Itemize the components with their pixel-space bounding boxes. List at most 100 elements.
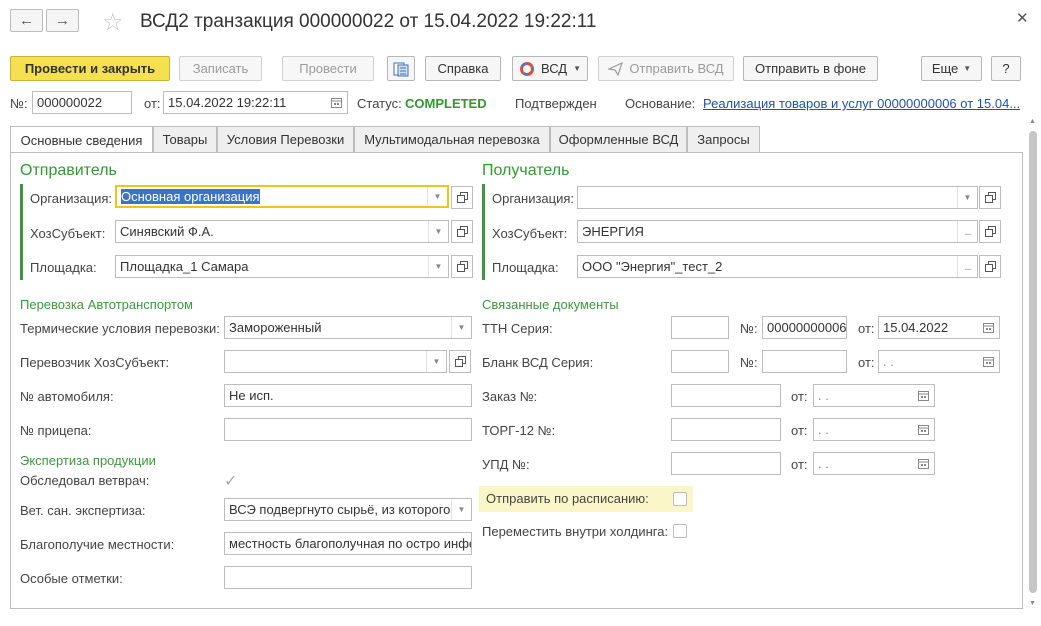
vsd-menu-button[interactable]: ВСД ▼ <box>512 56 588 81</box>
close-icon[interactable]: ✕ <box>1016 9 1029 27</box>
tab-multimodal[interactable]: Мультимодальная перевозка <box>354 126 550 152</box>
vet-examined-label: Обследовал ветврач: <box>20 473 150 488</box>
chevron-down-icon[interactable]: ▼ <box>957 187 977 208</box>
torg12-number-label: ТОРГ-12 №: <box>482 423 556 438</box>
carrier-open-button[interactable] <box>449 350 471 373</box>
receiver-site-open-button[interactable] <box>979 255 1001 278</box>
blank-vsd-series-label: Бланк ВСД Серия: <box>482 355 594 370</box>
ttn-date-label: от: <box>858 321 875 336</box>
calendar-icon[interactable] <box>912 419 934 440</box>
chevron-down-icon[interactable]: ▼ <box>426 351 446 372</box>
send-by-schedule-label: Отправить по расписанию: <box>486 491 649 506</box>
sender-entity-open-button[interactable] <box>451 220 473 243</box>
vse-select[interactable]: ВСЭ подвергнуто сырьё, из которого ▼ <box>224 498 472 521</box>
ttn-number-label: №: <box>740 321 758 336</box>
welfare-input[interactable]: местность благополучная по остро инфе <box>224 532 472 555</box>
torg12-date-input[interactable]: . . <box>813 418 935 441</box>
welfare-label: Благополучие местности: <box>20 537 175 552</box>
ttn-date-input[interactable]: 15.04.2022 <box>878 316 1000 339</box>
ttn-number-input[interactable]: 00000000006 <box>762 316 847 339</box>
car-number-input[interactable]: Не исп. <box>224 384 472 407</box>
ttn-series-input[interactable] <box>671 316 729 339</box>
ttn-series-label: ТТН Серия: <box>482 321 553 336</box>
chevron-down-icon[interactable]: ▼ <box>428 256 448 277</box>
order-number-input[interactable] <box>671 384 781 407</box>
status-value: COMPLETED <box>405 96 487 111</box>
date-input[interactable]: 15.04.2022 19:22:11 <box>163 91 348 114</box>
question-help-button[interactable]: ? <box>991 56 1021 81</box>
blank-vsd-date-input[interactable]: . . <box>878 350 1000 373</box>
move-within-holding-checkbox[interactable] <box>673 524 687 538</box>
vet-examined-checkbox[interactable]: ✓ <box>224 471 237 491</box>
tab-transport-conditions[interactable]: Условия Перевозки <box>217 126 354 152</box>
blank-vsd-number-input[interactable] <box>762 350 847 373</box>
sender-site-input[interactable]: Площадка_1 Самара ▼ <box>115 255 449 278</box>
receiver-site-label: Площадка: <box>492 260 559 275</box>
send-vsd-label: Отправить ВСД <box>629 61 724 76</box>
open-window-icon <box>456 261 468 272</box>
thermal-select[interactable]: Замороженный ▼ <box>224 316 472 339</box>
vertical-scrollbar-thumb[interactable] <box>1029 131 1037 593</box>
calendar-icon[interactable] <box>912 385 934 406</box>
chevron-down-icon[interactable]: ▼ <box>428 221 448 242</box>
blank-vsd-series-input[interactable] <box>671 350 729 373</box>
move-within-holding-label: Переместить внутри холдинга: <box>482 524 669 539</box>
basis-label: Основание: <box>625 96 696 111</box>
receiver-org-open-button[interactable] <box>979 186 1001 209</box>
trailer-number-input[interactable] <box>224 418 472 441</box>
sender-org-input[interactable]: Основная организация ▼ <box>115 185 449 208</box>
send-vsd-button[interactable]: Отправить ВСД <box>598 56 734 81</box>
calendar-icon[interactable] <box>977 351 999 372</box>
star-icon[interactable]: ☆ <box>102 8 124 37</box>
back-button[interactable]: ← <box>10 9 43 32</box>
carrier-input[interactable]: ▼ <box>224 350 447 373</box>
torg12-number-input[interactable] <box>671 418 781 441</box>
ellipsis-icon[interactable]: ... <box>957 221 977 242</box>
scroll-up-icon[interactable]: ▲ <box>1029 118 1036 125</box>
tab-requests[interactable]: Запросы <box>687 126 760 152</box>
chevron-down-icon[interactable]: ▼ <box>451 499 471 520</box>
post-button[interactable]: Провести <box>282 56 374 81</box>
checkmark-icon: ✓ <box>224 473 238 490</box>
receiver-entity-input[interactable]: ЭНЕРГИЯ ... <box>577 220 978 243</box>
calendar-icon[interactable] <box>977 317 999 338</box>
carrier-label: Перевозчик ХозСубъект: <box>20 355 170 370</box>
receiver-org-input[interactable]: ▼ <box>577 186 978 209</box>
basis-link[interactable]: Реализация товаров и услуг 00000000006 о… <box>703 96 1020 111</box>
save-button[interactable]: Записать <box>179 56 262 81</box>
upd-number-input[interactable] <box>671 452 781 475</box>
send-by-schedule-checkbox[interactable] <box>673 492 687 506</box>
number-input[interactable]: 000000022 <box>32 91 132 114</box>
forward-button[interactable]: → <box>46 9 79 32</box>
order-date-input[interactable]: . . <box>813 384 935 407</box>
sender-entity-input[interactable]: Синявский Ф.А. ▼ <box>115 220 449 243</box>
calendar-icon[interactable] <box>325 92 347 113</box>
transport-title: Перевозка Автотранспортом <box>20 297 193 312</box>
tab-main-info[interactable]: Основные сведения <box>10 126 153 153</box>
ellipsis-icon[interactable]: ... <box>957 256 977 277</box>
upd-date-input[interactable]: . . <box>813 452 935 475</box>
chevron-down-icon[interactable]: ▼ <box>427 187 447 206</box>
sender-site-open-button[interactable] <box>451 255 473 278</box>
open-window-icon <box>984 226 996 237</box>
receiver-entity-open-button[interactable] <box>979 220 1001 243</box>
more-button[interactable]: Еще ▼ <box>921 56 982 81</box>
help-button[interactable]: Справка <box>425 56 501 81</box>
scroll-down-icon[interactable]: ▼ <box>1029 600 1036 607</box>
post-and-close-button[interactable]: Провести и закрыть <box>10 56 170 81</box>
status-label: Статус: <box>357 96 402 111</box>
calendar-icon[interactable] <box>912 453 934 474</box>
order-number-label: Заказ №: <box>482 389 538 404</box>
receiver-title: Получатель <box>482 162 570 179</box>
receiver-site-input[interactable]: ООО "Энергия"_тест_2 ... <box>577 255 978 278</box>
sender-org-open-button[interactable] <box>451 186 473 209</box>
tab-issued-vsd[interactable]: Оформленные ВСД <box>550 126 687 152</box>
report-structure-button[interactable] <box>387 56 415 81</box>
send-background-button[interactable]: Отправить в фоне <box>743 56 878 81</box>
trailer-number-label: № прицепа: <box>20 423 92 438</box>
chevron-down-icon[interactable]: ▼ <box>451 317 471 338</box>
tab-goods[interactable]: Товары <box>153 126 217 152</box>
notes-input[interactable] <box>224 566 472 589</box>
thermal-label: Термические условия перевозки: <box>20 321 220 336</box>
upd-date-label: от: <box>791 457 808 472</box>
